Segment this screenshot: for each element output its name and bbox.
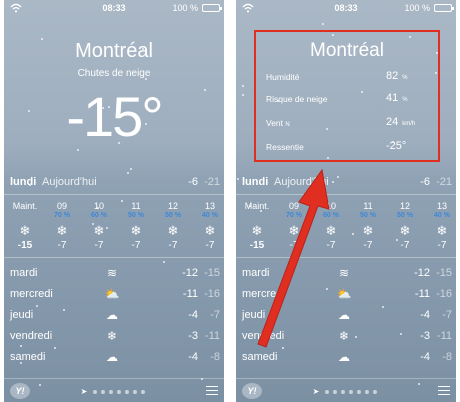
annotation-arrow-icon	[257, 168, 330, 348]
